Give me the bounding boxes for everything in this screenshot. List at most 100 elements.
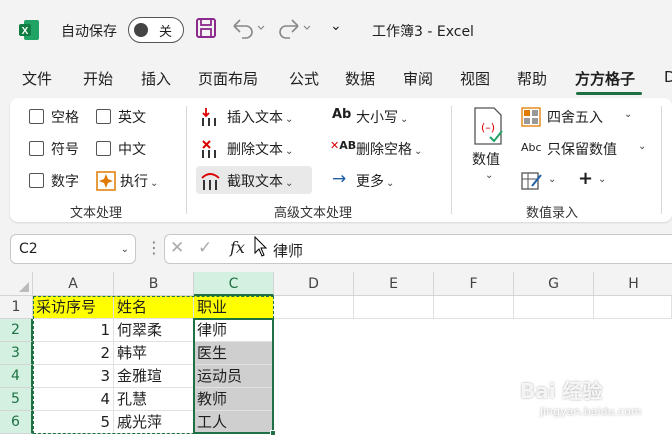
tab-insert[interactable]: 插入 [141,68,171,89]
delete-text-button[interactable]: 删除文本 ⌄ [227,139,293,159]
chevron-down-icon[interactable]: ⌄ [121,244,129,255]
chevron-down-icon: ⌄ [285,114,294,125]
cell-d1[interactable] [274,296,354,319]
checkbox-space[interactable] [29,109,44,124]
keep-value-icon: Abc [521,141,542,154]
row-header-2[interactable]: 2 [0,319,33,342]
ribbon-tabs: 文件 开始 插入 页面布局 公式 数据 审阅 视图 帮助 方方格子 D [0,62,672,96]
delete-text-label: 删除文本 [227,142,283,158]
tab-overflow[interactable]: D [664,68,672,86]
label-symbol: 符号 [51,142,79,158]
tab-page-layout[interactable]: 页面布局 [198,68,258,89]
autosave-label: 自动保存 [61,24,117,40]
column-header-a[interactable]: A [33,272,114,296]
row-header-3[interactable]: 3 [0,342,33,365]
column-header-f[interactable]: F [434,272,514,296]
checkbox-english[interactable] [96,109,111,124]
checkbox-chinese[interactable] [96,141,111,156]
mouse-cursor-icon [254,236,268,257]
chevron-down-icon[interactable]: ⌄ [485,170,493,181]
execute-button[interactable]: 执行 ⌄ [120,171,158,191]
group-divider [661,106,662,214]
chevron-down-icon[interactable]: ⌄ [624,109,632,120]
more-arrow-icon: → [332,169,347,189]
keep-value-button[interactable]: 只保留数值 [547,139,617,159]
case-label: 大小写 [356,110,398,126]
case-button[interactable]: 大小写 ⌄ [356,107,408,127]
autosave-toggle[interactable]: 关 [128,17,184,43]
add-icon[interactable]: + [578,168,593,189]
row-header-4[interactable]: 4 [0,365,33,388]
chevron-down-icon[interactable]: ⌄ [548,174,556,185]
chevron-down-icon: ⌄ [285,178,294,189]
tab-home[interactable]: 开始 [83,68,113,89]
tab-data[interactable]: 数据 [345,68,375,89]
column-header-e[interactable]: E [354,272,434,296]
value-icon: (–) [474,107,503,145]
row-header-5[interactable]: 5 [0,388,33,411]
column-header-c[interactable]: C [194,272,274,296]
extract-text-button[interactable]: 截取文本 ⌄ [227,171,293,191]
name-box-value: C2 [19,241,38,257]
cell-h1[interactable] [594,296,672,319]
case-icon: Ab [332,107,352,122]
cancel-icon[interactable]: ✕ [170,238,184,258]
value-button[interactable]: 数值 [472,149,500,169]
tab-formulas[interactable]: 公式 [289,68,319,89]
row-header-1[interactable]: 1 [0,296,33,319]
delete-space-button[interactable]: 删除空格 ⌄ [356,139,422,159]
extract-text-icon [201,173,220,190]
execute-label: 执行 [120,174,148,190]
select-all-corner[interactable] [0,272,33,296]
name-box[interactable]: C2 ⌄ [10,234,136,264]
more-button[interactable]: 更多 ⌄ [356,171,394,191]
group-divider [451,106,452,214]
tab-fangfang[interactable]: 方方格子 [575,68,635,89]
select-all-triangle-icon [19,282,29,292]
autosave-state: 关 [159,25,173,40]
save-icon[interactable] [195,16,217,42]
chevron-down-icon: ⌄ [414,146,423,157]
active-tab-indicator [576,92,642,95]
tab-help[interactable]: 帮助 [517,68,547,89]
formula-content[interactable]: 律师 [273,240,303,261]
column-header-b[interactable]: B [114,272,194,296]
undo-icon[interactable] [230,16,266,42]
more-label: 更多 [356,174,384,190]
tab-file[interactable]: 文件 [22,68,52,89]
insert-function-icon[interactable]: fx [230,238,245,257]
more-options-icon[interactable]: ⋮ [146,238,162,257]
customize-toolbar-icon[interactable]: ⌄ [330,18,342,34]
enter-icon[interactable]: ✓ [198,238,212,258]
insert-text-button[interactable]: 插入文本 ⌄ [227,107,293,127]
edit-grid-icon [521,172,542,190]
tab-review[interactable]: 审阅 [403,68,433,89]
group-label-text: 文本处理 [70,206,123,221]
group-divider [186,106,187,214]
delete-space-label: 删除空格 [356,142,412,158]
checkbox-number[interactable] [29,173,44,188]
checkbox-symbol[interactable] [29,141,44,156]
delete-space-icon: ✕AB [330,139,357,152]
selection-border [193,318,274,434]
column-header-g[interactable]: G [514,272,594,296]
column-header-h[interactable]: H [594,272,672,296]
watermark-url: jingyan.baidu.com [540,405,642,418]
tab-view[interactable]: 视图 [460,68,490,89]
cell-e1[interactable] [354,296,434,319]
cell-f1[interactable] [434,296,514,319]
column-header-d[interactable]: D [274,272,354,296]
insert-text-label: 插入文本 [227,110,283,126]
round-button[interactable]: 四舍五入 [547,107,603,127]
fill-handle[interactable] [270,430,276,436]
redo-icon[interactable] [278,16,314,42]
row-header-6[interactable]: 6 [0,411,33,434]
group-label-number: 数值录入 [526,206,579,221]
chevron-down-icon[interactable]: ⌄ [638,141,646,152]
chevron-down-icon[interactable]: ⌄ [598,174,606,185]
svg-text:X: X [22,26,29,37]
insert-text-icon [202,108,216,126]
cell-g1[interactable] [514,296,594,319]
group-label-advanced: 高级文本处理 [274,206,353,221]
label-space: 空格 [51,110,79,126]
